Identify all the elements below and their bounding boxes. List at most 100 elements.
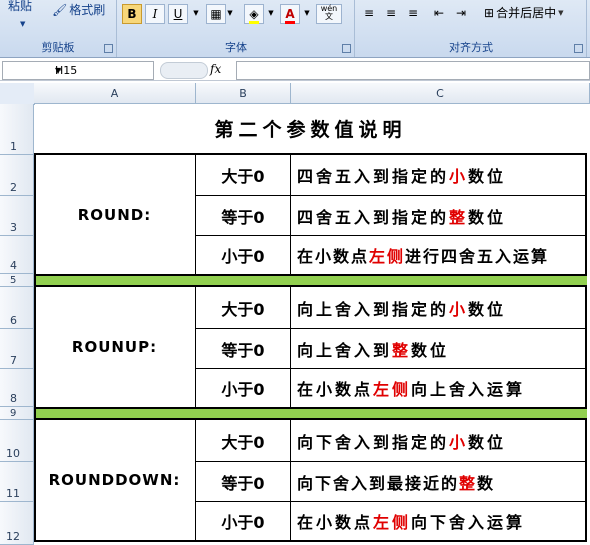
- align-right-icon[interactable]: ≡: [404, 4, 422, 22]
- description-cell[interactable]: 四舍五入到指定的整数位: [291, 196, 587, 236]
- row-header-11[interactable]: 11: [0, 462, 34, 502]
- desc-highlight: 小: [449, 167, 469, 186]
- condition-cell[interactable]: 大于0: [196, 287, 291, 329]
- condition-cell[interactable]: 大于0: [196, 420, 291, 462]
- row-header-12[interactable]: 12: [0, 502, 34, 545]
- row-number: 10: [6, 447, 20, 460]
- fill-color-button[interactable]: ◈: [244, 4, 264, 24]
- row-header-4[interactable]: 4: [0, 236, 34, 274]
- desc-text: 数位: [468, 167, 507, 186]
- description-cell[interactable]: 向下舍入到最接近的整数: [291, 462, 587, 502]
- underline-dropdown-icon[interactable]: ▼: [191, 4, 201, 22]
- row-header-1[interactable]: 1: [0, 104, 34, 155]
- desc-text: 四舍五入到指定的: [297, 167, 450, 186]
- row-header-9[interactable]: 9: [0, 407, 34, 420]
- description-cell[interactable]: 向下舍入到指定的小数位: [291, 420, 587, 462]
- underline-button[interactable]: U: [168, 4, 188, 24]
- formula-divider[interactable]: [160, 62, 208, 79]
- alignment-group: ≡ ≡ ≡ ⇤ ⇥ ⊞ 合并后居中 ▼ 对齐方式: [356, 0, 587, 57]
- decrease-indent-icon[interactable]: ⇤: [430, 4, 448, 22]
- font-color-dropdown-icon[interactable]: ▼: [302, 4, 312, 22]
- row-header-2[interactable]: 2: [0, 155, 34, 196]
- condition-cell[interactable]: 小于0: [196, 236, 291, 274]
- row-number: 7: [10, 354, 17, 367]
- description-cell[interactable]: 在小数点 左侧 进行四舍五入运算: [291, 236, 587, 274]
- row-number: 12: [6, 530, 20, 543]
- fill-dropdown-icon[interactable]: ▼: [266, 4, 276, 22]
- condition-cell[interactable]: 小于0: [196, 502, 291, 542]
- name-box[interactable]: H15 ▼: [2, 61, 154, 80]
- merge-label: 合并后居中: [496, 6, 557, 20]
- desc-highlight: 左侧: [373, 380, 412, 399]
- desc-highlight: 整: [459, 473, 478, 493]
- function-label[interactable]: ROUND:: [34, 155, 196, 274]
- select-all-corner[interactable]: [0, 83, 35, 105]
- formula-input[interactable]: [236, 61, 590, 80]
- row-number: 11: [6, 487, 20, 500]
- phonetic-button[interactable]: wén 文: [316, 4, 342, 24]
- condition-cell[interactable]: 等于0: [196, 196, 291, 236]
- align-left-icon[interactable]: ≡: [360, 4, 378, 22]
- merge-center-button[interactable]: ⊞ 合并后居中 ▼: [484, 3, 563, 23]
- desc-text: 向下舍入运算: [411, 513, 526, 532]
- border-dropdown-icon[interactable]: ▼: [225, 4, 235, 22]
- row-number: 9: [10, 408, 17, 419]
- ribbon: 粘贴 🖌 格式刷 ▼ 剪贴板 B I U ▼ ▦ ▼ ◈ ▼ A ▼ wén 文 字…: [0, 0, 590, 58]
- clipboard-group: 粘贴 🖌 格式刷 ▼ 剪贴板: [0, 0, 117, 57]
- desc-highlight: 整: [449, 207, 469, 227]
- function-label[interactable]: ROUNUP:: [34, 287, 196, 407]
- row-number: 2: [10, 181, 17, 194]
- condition-cell[interactable]: 等于0: [196, 462, 291, 502]
- column-header-a[interactable]: A: [34, 83, 196, 104]
- desc-text: 数位: [468, 207, 507, 227]
- row-header-3[interactable]: 3: [0, 196, 34, 236]
- paste-dropdown-icon[interactable]: ▼: [20, 14, 25, 34]
- description-cell[interactable]: 在小数点 左侧 向下舍入运算: [291, 502, 587, 542]
- separator-row[interactable]: [34, 274, 587, 287]
- function-label[interactable]: ROUNDDOWN:: [34, 420, 196, 542]
- column-header-b[interactable]: B: [196, 83, 291, 104]
- name-box-dropdown-icon[interactable]: ▼: [55, 62, 149, 79]
- desc-text: 四舍五入到指定的: [297, 207, 450, 227]
- font-launcher-icon[interactable]: [342, 44, 351, 53]
- clipboard-group-label: 剪贴板: [41, 41, 75, 54]
- description-cell[interactable]: 向上舍入到指定的小数位: [291, 287, 587, 329]
- align-launcher-icon[interactable]: [574, 44, 583, 53]
- bold-button[interactable]: B: [122, 4, 142, 24]
- row-header-7[interactable]: 7: [0, 329, 34, 369]
- description-cell[interactable]: 在小数点 左侧 向上舍入运算: [291, 369, 587, 407]
- clipboard-launcher-icon[interactable]: [104, 44, 113, 53]
- desc-text: 向下舍入到指定的: [297, 432, 450, 452]
- row-header-5[interactable]: 5: [0, 274, 34, 287]
- table-title[interactable]: 第二个参数值说明: [34, 104, 587, 155]
- condition-cell[interactable]: 小于0: [196, 369, 291, 407]
- separator-row[interactable]: [34, 407, 587, 420]
- increase-indent-icon[interactable]: ⇥: [452, 4, 470, 22]
- fill-bucket-icon: ◈: [249, 7, 259, 24]
- italic-button[interactable]: I: [145, 4, 165, 24]
- align-center-icon[interactable]: ≡: [382, 4, 400, 22]
- desc-highlight: 小: [449, 299, 469, 319]
- row-header-8[interactable]: 8: [0, 369, 34, 407]
- row-header-10[interactable]: 10: [0, 420, 34, 462]
- border-button[interactable]: ▦: [206, 4, 226, 24]
- row-header-6[interactable]: 6: [0, 287, 34, 329]
- description-cell[interactable]: 四舍五入到指定的小数位: [291, 155, 587, 196]
- desc-text: 向上舍入到指定的: [297, 299, 450, 319]
- table-left-border: [34, 155, 36, 542]
- description-cell[interactable]: 向上舍入到整数位: [291, 329, 587, 369]
- border-icon: ▦: [210, 7, 222, 21]
- merge-dropdown-icon: ▼: [558, 9, 564, 17]
- fx-icon[interactable]: fx: [210, 62, 221, 76]
- condition-cell[interactable]: 等于0: [196, 329, 291, 369]
- font-color-button[interactable]: A: [280, 4, 300, 24]
- align-group-label: 对齐方式: [449, 41, 493, 54]
- column-header-c[interactable]: C: [291, 83, 590, 104]
- desc-text: 向上舍入运算: [411, 380, 526, 399]
- condition-cell[interactable]: 大于0: [196, 155, 291, 196]
- desc-text: 数位: [468, 432, 507, 452]
- desc-text: 在小数点: [297, 380, 374, 399]
- desc-highlight: 小: [449, 432, 469, 452]
- font-group: B I U ▼ ▦ ▼ ◈ ▼ A ▼ wén 文 字体: [118, 0, 355, 57]
- format-painter-button[interactable]: 🖌 格式刷: [52, 0, 105, 20]
